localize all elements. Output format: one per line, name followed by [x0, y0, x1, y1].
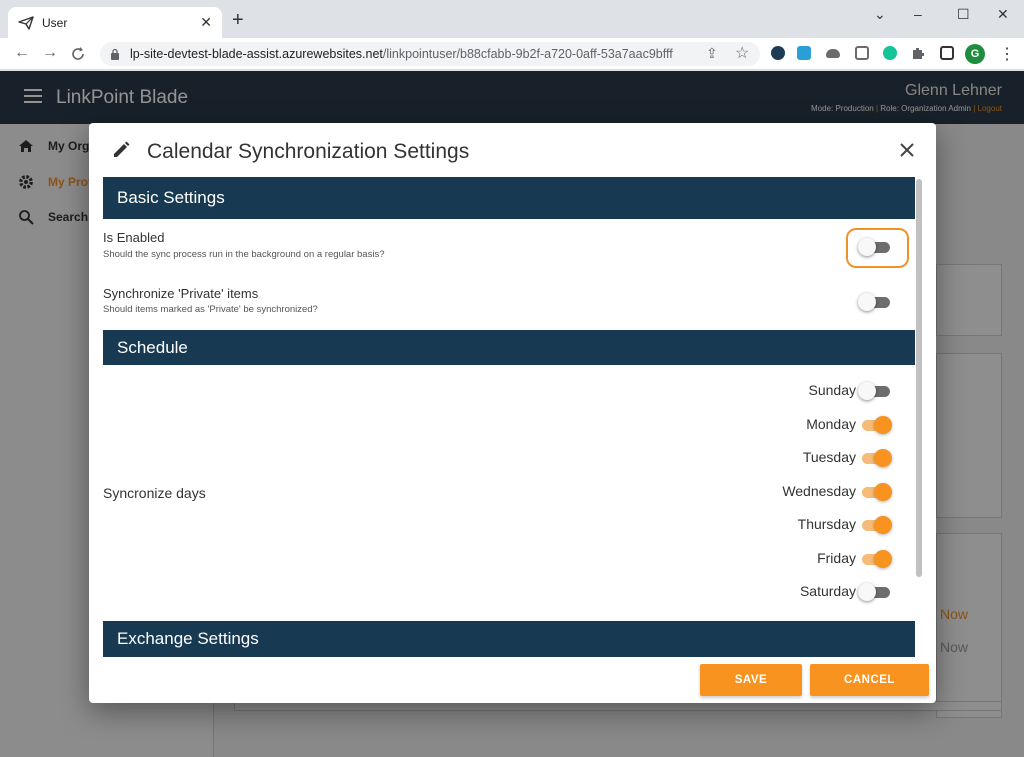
- back-icon[interactable]: ←: [14, 44, 30, 62]
- dialog-body[interactable]: Basic Settings Is Enabled Should the syn…: [103, 177, 923, 657]
- envelope-plane-icon: [18, 15, 34, 30]
- browser-tab[interactable]: User ✕: [8, 7, 222, 38]
- lock-icon: [111, 48, 119, 60]
- browser-tab-title: User: [42, 15, 68, 30]
- sync-private-description: Should items marked as 'Private' be sync…: [103, 304, 318, 315]
- address-bar[interactable]: lp-site-devtest-blade-assist.azurewebsit…: [100, 42, 760, 66]
- day-toggle-monday[interactable]: [858, 415, 892, 435]
- bookmark-star-icon[interactable]: ☆: [735, 43, 749, 63]
- cloud-icon[interactable]: [826, 49, 840, 58]
- day-toggle-saturday[interactable]: [858, 582, 892, 602]
- browser-toolbar: ← → lp-site-devtest-blade-assist.azurewe…: [0, 38, 1024, 70]
- minimize-icon[interactable]: –: [914, 6, 922, 22]
- url-path: /linkpointuser/b88cfabb-9b2f-a720-0aff-5…: [382, 47, 673, 61]
- camera-icon[interactable]: [855, 46, 869, 60]
- section-header-exchange: Exchange Settings: [103, 621, 915, 657]
- window-close-icon[interactable]: ✕: [997, 6, 1009, 23]
- puzzle-icon[interactable]: [911, 46, 925, 60]
- is-enabled-toggle[interactable]: [858, 237, 892, 257]
- day-toggle-thursday[interactable]: [858, 515, 892, 535]
- extension-icon-2[interactable]: [797, 46, 811, 60]
- pencil-icon: [114, 141, 130, 157]
- close-icon[interactable]: [900, 143, 914, 157]
- section-header-basic: Basic Settings: [103, 177, 915, 219]
- sidepanel-icon[interactable]: [940, 46, 954, 60]
- section-header-schedule: Schedule: [103, 330, 915, 365]
- day-toggle-tuesday[interactable]: [858, 448, 892, 468]
- save-button[interactable]: SAVE: [700, 664, 802, 696]
- profile-avatar[interactable]: G: [965, 44, 985, 64]
- day-label-tuesday: Tuesday: [802, 449, 856, 465]
- new-tab-button[interactable]: +: [232, 10, 244, 30]
- reload-icon[interactable]: [70, 46, 86, 62]
- browser-tab-bar: User ✕ + ⌄ – ☐ ✕: [0, 0, 1024, 38]
- sync-private-label: Synchronize 'Private' items: [103, 286, 259, 301]
- day-label-saturday: Saturday: [799, 583, 856, 599]
- day-label-thursday: Thursday: [797, 516, 856, 532]
- day-label-monday: Monday: [806, 415, 856, 432]
- extension-icon-1[interactable]: [771, 46, 785, 60]
- browser-menu-icon[interactable]: ⋮: [999, 44, 1015, 64]
- grammarly-icon[interactable]: [883, 46, 897, 60]
- is-enabled-description: Should the sync process run in the backg…: [103, 249, 385, 260]
- sync-private-toggle[interactable]: [858, 292, 892, 312]
- maximize-icon[interactable]: ☐: [957, 6, 970, 23]
- day-label-sunday: Sunday: [808, 382, 856, 398]
- day-toggle-friday[interactable]: [858, 549, 892, 569]
- day-toggle-wednesday[interactable]: [858, 482, 892, 502]
- calendar-sync-dialog: Calendar Synchronization Settings Basic …: [89, 123, 936, 703]
- tab-search-icon[interactable]: ⌄: [874, 6, 886, 23]
- tab-close-icon[interactable]: ✕: [200, 14, 212, 31]
- is-enabled-label: Is Enabled: [103, 230, 165, 245]
- sync-days-label: Syncronize days: [103, 485, 206, 501]
- day-toggle-sunday[interactable]: [858, 381, 892, 401]
- url-host: lp-site-devtest-blade-assist.azurewebsit…: [130, 47, 383, 61]
- day-label-wednesday: Wednesday: [782, 482, 856, 499]
- dialog-scrollbar-thumb[interactable]: [916, 179, 922, 577]
- share-icon[interactable]: ⇪: [706, 45, 718, 62]
- forward-icon[interactable]: →: [42, 44, 58, 62]
- day-label-friday: Friday: [817, 549, 856, 566]
- dialog-title: Calendar Synchronization Settings: [147, 140, 470, 163]
- cancel-button[interactable]: CANCEL: [810, 664, 929, 696]
